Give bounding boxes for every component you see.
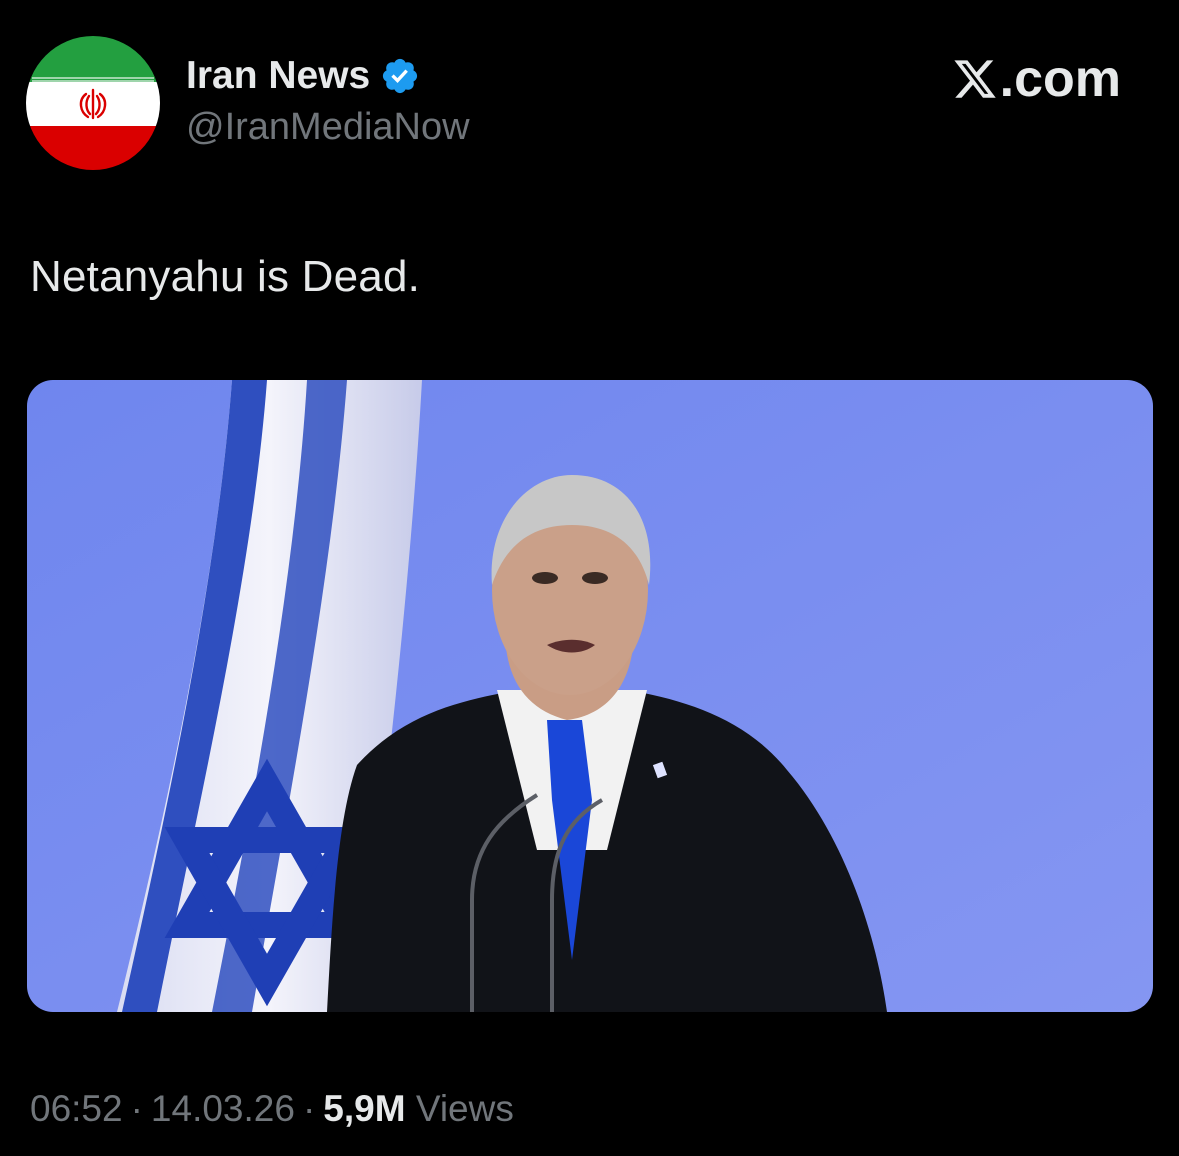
author-avatar[interactable] bbox=[26, 36, 160, 170]
name-row: Iran News bbox=[186, 52, 470, 100]
tweet-text: Netanyahu is Dead. bbox=[30, 252, 421, 301]
tweet-time[interactable]: 06:52 bbox=[30, 1088, 123, 1129]
iran-flag-avatar-icon bbox=[26, 36, 160, 170]
meta-separator: · bbox=[302, 1088, 316, 1129]
brand-suffix: .com bbox=[999, 50, 1121, 108]
tweet-date[interactable]: 14.03.26 bbox=[151, 1088, 295, 1129]
tweet-media-image[interactable] bbox=[27, 380, 1153, 1012]
meta-separator: · bbox=[130, 1088, 143, 1129]
author-handle[interactable]: @IranMediaNow bbox=[186, 106, 470, 149]
x-logo-icon bbox=[954, 60, 996, 98]
views-label: Views bbox=[415, 1088, 514, 1129]
views-count[interactable]: 5,9M bbox=[323, 1088, 405, 1129]
x-brand: .com bbox=[952, 50, 1121, 108]
verified-badge-icon[interactable] bbox=[380, 56, 420, 96]
author-display-name[interactable]: Iran News bbox=[186, 54, 370, 98]
tweet-meta: 06:52 · 14.03.26 · 5,9M Views bbox=[30, 1088, 514, 1130]
author-block: Iran News @IranMediaNow bbox=[186, 52, 470, 149]
press-conference-photo bbox=[27, 380, 1153, 1012]
